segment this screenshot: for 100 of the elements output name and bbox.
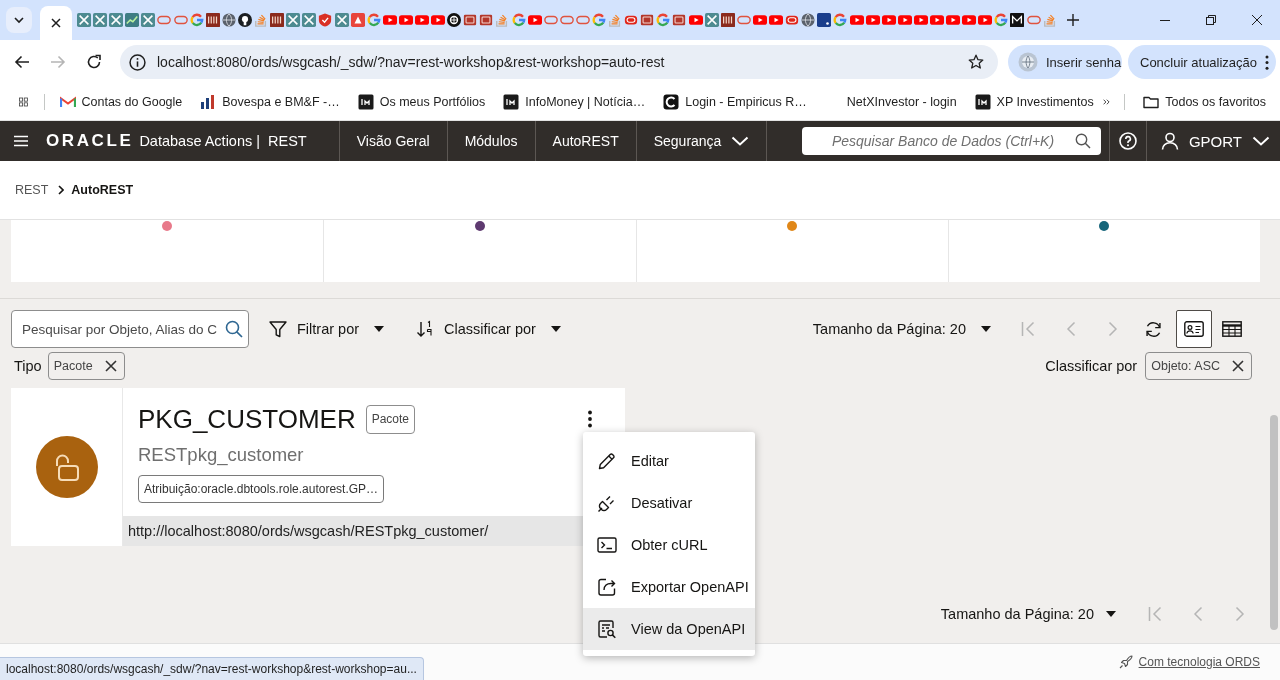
stack-icon[interactable] — [1042, 13, 1057, 27]
banner-tile-icon[interactable] — [205, 13, 220, 27]
info-icon[interactable] — [129, 53, 146, 71]
sort-chip[interactable]: Objeto: ASC — [1145, 352, 1252, 380]
book-icon[interactable] — [479, 13, 494, 27]
pill-outline-icon[interactable] — [157, 13, 172, 27]
page-size-dropdown[interactable]: Tamanho da Página: 20 — [812, 313, 991, 345]
search-field[interactable]: Pesquisar por Objeto, Alias do C — [11, 310, 249, 348]
pill-outline-icon[interactable] — [559, 13, 574, 27]
pill-outline-icon[interactable] — [736, 13, 751, 27]
g-icon[interactable] — [592, 13, 606, 27]
play-icon[interactable] — [769, 13, 784, 27]
pill-outline-icon[interactable] — [543, 13, 558, 27]
dark-circle-icon[interactable] — [237, 13, 252, 27]
play-icon[interactable] — [849, 13, 864, 27]
banner-tile-icon[interactable] — [270, 13, 285, 27]
new-tab-icon[interactable] — [1066, 14, 1079, 26]
bookmark-link[interactable]: Contas do Google — [50, 88, 192, 116]
bookmark-link[interactable]: Bovespa e BM&F -… — [191, 88, 349, 116]
g-icon[interactable] — [511, 13, 526, 27]
pill-icon[interactable] — [624, 13, 639, 27]
square-tile-icon[interactable] — [1010, 13, 1025, 27]
double-chevron-icon[interactable] — [1102, 97, 1110, 107]
search-icon[interactable] — [225, 320, 243, 338]
play-icon[interactable] — [962, 13, 977, 27]
reload-icon[interactable] — [86, 54, 102, 70]
g-icon[interactable] — [366, 13, 381, 27]
play-icon[interactable] — [865, 13, 880, 27]
password-button[interactable]: Inserir senha — [1008, 45, 1122, 79]
play-icon[interactable] — [929, 13, 944, 27]
help-icon[interactable] — [1118, 132, 1137, 150]
close-icon[interactable] — [104, 360, 117, 372]
menu-icon[interactable] — [14, 135, 28, 147]
filter-button[interactable]: Filtrar por — [269, 313, 385, 345]
crossed-tile-icon[interactable] — [141, 13, 156, 27]
g-icon[interactable] — [189, 13, 204, 27]
play-icon[interactable] — [978, 13, 993, 27]
square-tile-icon[interactable] — [817, 13, 832, 27]
search-icon[interactable] — [1074, 133, 1091, 149]
powered-by-link[interactable]: Com tecnologia ORDS — [1118, 655, 1260, 669]
play-icon[interactable] — [913, 13, 928, 27]
apps-grid-icon[interactable] — [19, 95, 28, 109]
all-bookmarks-link[interactable]: Todos os favoritos — [1134, 88, 1280, 116]
back-arrow-icon[interactable] — [14, 54, 30, 70]
update-button[interactable]: Concluir atualização — [1128, 45, 1276, 79]
tab-search-button[interactable] — [6, 7, 32, 33]
play-icon[interactable] — [752, 13, 767, 27]
menu-item[interactable]: Editar — [583, 440, 755, 482]
more-options-icon[interactable] — [588, 410, 592, 428]
crossed-tile-icon[interactable] — [77, 13, 91, 27]
pill-outline-icon[interactable] — [173, 13, 188, 27]
play-icon[interactable] — [946, 13, 961, 27]
crossed-tile-icon[interactable] — [704, 13, 719, 27]
book-icon[interactable] — [672, 13, 687, 27]
globe-icon[interactable] — [221, 13, 236, 27]
menu-item[interactable]: Exportar OpenAPI — [583, 566, 755, 608]
stack-icon[interactable] — [495, 13, 510, 27]
refresh-icon[interactable] — [1145, 320, 1162, 338]
bookmark-link[interactable]: NetXInvestor - login — [815, 88, 966, 116]
crossed-tile-icon[interactable] — [93, 13, 108, 27]
card-view-button[interactable] — [1176, 310, 1212, 348]
book-icon[interactable] — [463, 13, 478, 27]
chart-tile-icon[interactable] — [125, 13, 140, 27]
play-icon[interactable] — [881, 13, 896, 27]
pill-outline-icon[interactable] — [575, 13, 590, 27]
crossed-tile-icon[interactable] — [302, 13, 317, 27]
breadcrumb-link[interactable]: REST — [15, 183, 49, 197]
crossed-tile-icon[interactable] — [286, 13, 301, 27]
search-field[interactable]: Pesquisar Banco de Dados (Ctrl+K) — [801, 127, 1101, 155]
crossed-tile-icon[interactable] — [334, 13, 349, 27]
banner-tile-icon[interactable] — [720, 13, 735, 27]
shield-icon[interactable] — [318, 13, 333, 27]
play-icon[interactable] — [527, 13, 542, 27]
pill-icon[interactable] — [785, 13, 800, 27]
play-icon[interactable] — [382, 13, 397, 27]
address-bar[interactable]: localhost:8080/ords/wsgcash/_sdw/?nav=rest-workshop&rest-workshop=auto-rest — [120, 45, 998, 79]
close-icon[interactable] — [1252, 15, 1262, 25]
g-icon[interactable] — [656, 13, 671, 27]
active-tab[interactable] — [40, 6, 72, 40]
bookmark-link[interactable]: XP Investimentos — [965, 88, 1103, 116]
close-icon[interactable] — [1232, 360, 1244, 372]
user-menu[interactable]: GPORT — [1146, 132, 1280, 150]
book-icon[interactable] — [640, 13, 655, 27]
alert-tile-icon[interactable] — [350, 13, 365, 27]
restore-icon[interactable] — [1206, 15, 1216, 25]
knot-icon[interactable] — [447, 13, 462, 27]
play-icon[interactable] — [398, 13, 413, 27]
sort-button[interactable]: Classificar por — [416, 313, 561, 345]
stack-icon[interactable] — [608, 13, 623, 27]
bookmark-link[interactable]: Os meus Portfólios — [348, 88, 495, 116]
filter-chip[interactable]: Pacote — [47, 352, 125, 380]
menu-item[interactable]: View da OpenAPI — [583, 608, 755, 650]
page-size-dropdown[interactable]: Tamanho da Página: 20 — [940, 597, 1116, 630]
star-icon[interactable] — [968, 54, 984, 70]
bookmark-link[interactable]: Login - Empiricus R… — [654, 88, 816, 116]
bookmark-link[interactable]: InfoMoney | Notícia… — [494, 88, 655, 116]
globe-icon[interactable] — [801, 13, 816, 27]
close-icon[interactable] — [51, 18, 61, 28]
play-icon[interactable] — [688, 13, 703, 27]
play-icon[interactable] — [897, 13, 912, 27]
